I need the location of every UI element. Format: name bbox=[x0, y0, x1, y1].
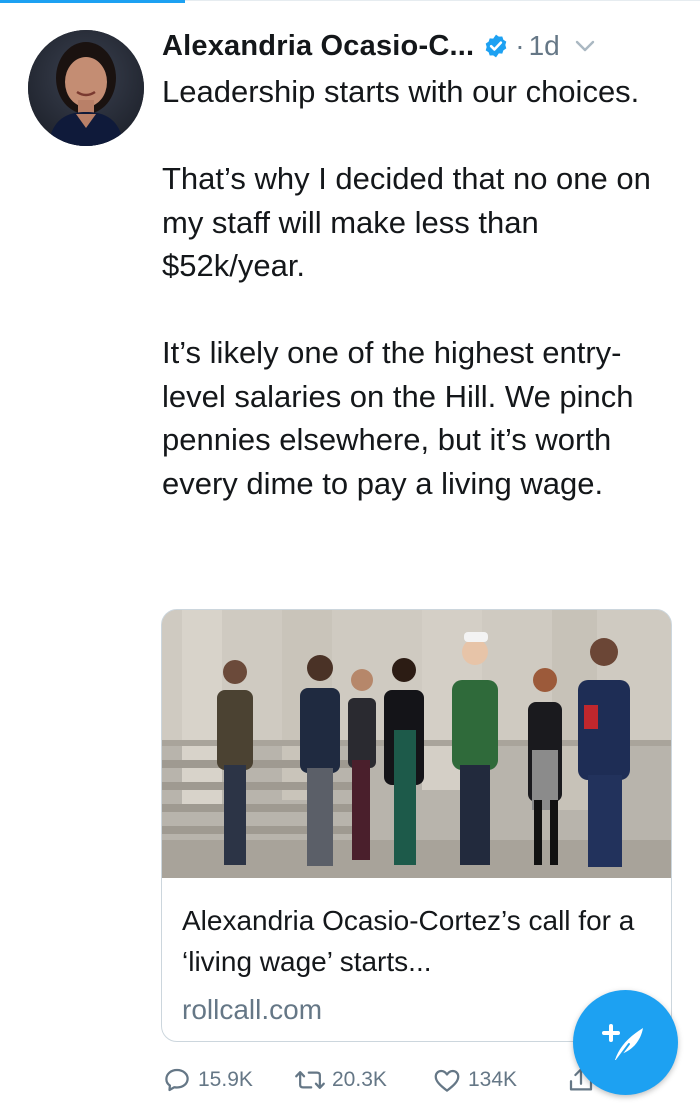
heart-icon bbox=[434, 1069, 460, 1092]
tweet-header: Alexandria Ocasio-C... · 1d bbox=[162, 26, 700, 66]
reply-count: 15.9K bbox=[198, 1068, 253, 1091]
card-title: Alexandria Ocasio-Cortez’s call for a ‘l… bbox=[182, 905, 635, 977]
reply-button[interactable]: 15.9K bbox=[162, 1060, 253, 1100]
link-card[interactable]: Alexandria Ocasio-Cortez’s call for a ‘l… bbox=[161, 609, 672, 1042]
author-name[interactable]: Alexandria Ocasio-C... bbox=[162, 30, 474, 63]
like-count: 134K bbox=[468, 1068, 518, 1091]
timestamp[interactable]: 1d bbox=[529, 30, 560, 62]
verified-badge-icon bbox=[483, 33, 509, 59]
compose-tweet-icon bbox=[601, 1023, 643, 1061]
tab-indicator bbox=[0, 0, 185, 3]
tweet-text: Leadership starts with our choices. That… bbox=[162, 74, 651, 501]
chevron-down-icon[interactable] bbox=[574, 35, 596, 57]
avatar[interactable] bbox=[28, 30, 144, 146]
reply-icon bbox=[165, 1068, 189, 1092]
retweet-icon bbox=[295, 1071, 325, 1089]
card-image bbox=[162, 610, 671, 878]
retweet-button[interactable]: 20.3K bbox=[294, 1060, 387, 1100]
retweet-count: 20.3K bbox=[332, 1068, 387, 1091]
like-button[interactable]: 134K bbox=[432, 1060, 517, 1100]
compose-tweet-button[interactable] bbox=[573, 990, 678, 1095]
separator-dot: · bbox=[515, 30, 525, 61]
